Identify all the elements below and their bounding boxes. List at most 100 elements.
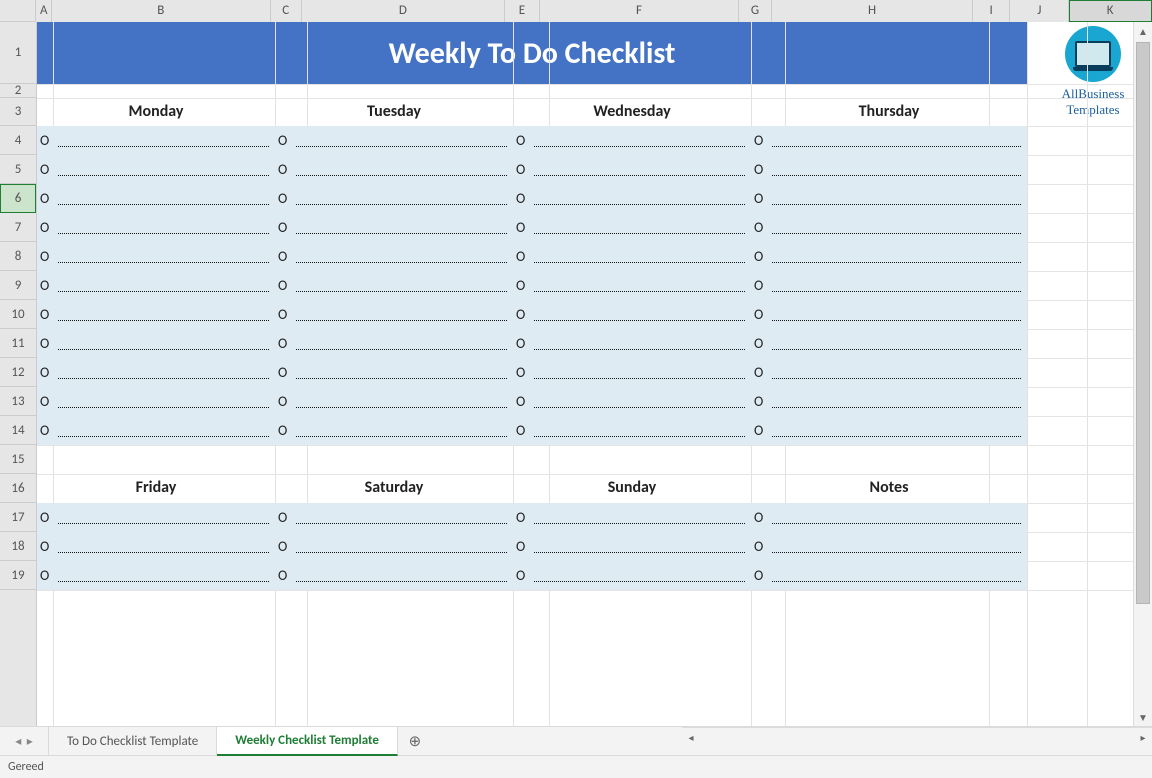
task-cell[interactable]: O — [751, 387, 1027, 416]
row-header-3[interactable]: 3 — [0, 98, 36, 126]
sheet-tab[interactable]: Weekly Checklist Template — [217, 727, 398, 756]
task-cell[interactable]: O — [275, 387, 513, 416]
task-cell[interactable]: O — [275, 358, 513, 387]
task-cell[interactable]: O — [751, 271, 1027, 300]
task-cell[interactable]: O — [37, 561, 275, 590]
task-cell[interactable]: O — [513, 271, 751, 300]
task-cell[interactable]: O — [275, 532, 513, 561]
task-cell[interactable]: O — [751, 358, 1027, 387]
task-cell[interactable]: O — [275, 213, 513, 242]
row-header-8[interactable]: 8 — [0, 242, 36, 271]
row-header-13[interactable]: 13 — [0, 387, 36, 416]
column-header-J[interactable]: J — [1010, 0, 1069, 22]
row-header-9[interactable]: 9 — [0, 271, 36, 300]
task-cell[interactable]: O — [275, 242, 513, 271]
task-cell[interactable]: O — [275, 329, 513, 358]
task-cell[interactable]: O — [37, 329, 275, 358]
row-header-5[interactable]: 5 — [0, 155, 36, 184]
task-cell[interactable]: O — [37, 184, 275, 213]
row-header-2[interactable]: 2 — [0, 84, 36, 98]
new-sheet-button[interactable]: ⊕ — [398, 727, 432, 755]
task-cell[interactable]: O — [513, 358, 751, 387]
task-cell[interactable]: O — [37, 155, 275, 184]
task-cell[interactable]: O — [513, 126, 751, 155]
scroll-left-button[interactable]: ◂ — [682, 728, 700, 746]
row-header-17[interactable]: 17 — [0, 503, 36, 532]
row-header-18[interactable]: 18 — [0, 532, 36, 561]
sheet-canvas[interactable]: Weekly To Do Checklist AllBusiness Templ… — [37, 22, 1152, 726]
task-cell[interactable]: O — [513, 300, 751, 329]
task-cell[interactable]: O — [751, 300, 1027, 329]
task-cell[interactable]: O — [751, 213, 1027, 242]
task-cell[interactable]: O — [751, 155, 1027, 184]
scroll-down-button[interactable]: ▼ — [1134, 708, 1152, 726]
task-cell[interactable]: O — [751, 503, 1027, 532]
task-cell[interactable]: O — [513, 532, 751, 561]
task-cell[interactable]: O — [275, 503, 513, 532]
task-cell[interactable]: O — [751, 126, 1027, 155]
task-cell[interactable]: O — [37, 358, 275, 387]
task-cell[interactable]: O — [275, 416, 513, 445]
task-cell[interactable]: O — [751, 532, 1027, 561]
task-cell[interactable]: O — [513, 213, 751, 242]
task-cell[interactable]: O — [751, 416, 1027, 445]
row-header-4[interactable]: 4 — [0, 126, 36, 155]
task-cell[interactable]: O — [37, 213, 275, 242]
column-header-A[interactable]: A — [36, 0, 52, 22]
horizontal-scrollbar[interactable]: ◂ ▸ — [682, 727, 1152, 746]
task-cell[interactable]: O — [37, 271, 275, 300]
task-cell[interactable]: O — [275, 271, 513, 300]
column-header-K[interactable]: K — [1069, 0, 1152, 22]
row-header-6[interactable]: 6 — [0, 184, 36, 213]
task-cell[interactable]: O — [37, 300, 275, 329]
column-header-H[interactable]: H — [772, 0, 973, 22]
task-cell[interactable]: O — [37, 242, 275, 271]
row-header-7[interactable]: 7 — [0, 213, 36, 242]
task-cell[interactable]: O — [275, 155, 513, 184]
vertical-scroll-thumb[interactable] — [1136, 42, 1150, 604]
row-header-1[interactable]: 1 — [0, 22, 36, 84]
task-marker: O — [516, 248, 530, 265]
column-header-C[interactable]: C — [271, 0, 302, 22]
task-cell[interactable]: O — [37, 416, 275, 445]
column-header-E[interactable]: E — [505, 0, 540, 22]
task-cell[interactable]: O — [513, 242, 751, 271]
row-header-14[interactable]: 14 — [0, 416, 36, 445]
task-cell[interactable]: O — [275, 184, 513, 213]
task-cell[interactable]: O — [751, 329, 1027, 358]
task-cell[interactable]: O — [37, 126, 275, 155]
task-cell[interactable]: O — [513, 329, 751, 358]
task-cell[interactable]: O — [37, 532, 275, 561]
select-all-corner[interactable] — [0, 0, 36, 21]
column-header-D[interactable]: D — [302, 0, 505, 22]
task-cell[interactable]: O — [513, 561, 751, 590]
task-cell[interactable]: O — [751, 242, 1027, 271]
task-cell[interactable]: O — [513, 387, 751, 416]
task-cell[interactable]: O — [275, 561, 513, 590]
row-header-19[interactable]: 19 — [0, 561, 36, 590]
column-header-G[interactable]: G — [739, 0, 772, 22]
column-header-B[interactable]: B — [52, 0, 270, 22]
task-cell[interactable]: O — [513, 155, 751, 184]
column-header-I[interactable]: I — [973, 0, 1010, 22]
row-header-16[interactable]: 16 — [0, 474, 36, 503]
sheet-tab[interactable]: To Do Checklist Template — [49, 727, 217, 755]
task-cell[interactable]: O — [751, 184, 1027, 213]
task-cell[interactable]: O — [275, 126, 513, 155]
row-header-11[interactable]: 11 — [0, 329, 36, 358]
task-cell[interactable]: O — [513, 416, 751, 445]
task-cell[interactable]: O — [513, 503, 751, 532]
task-cell[interactable]: O — [37, 387, 275, 416]
row-header-12[interactable]: 12 — [0, 358, 36, 387]
task-cell[interactable]: O — [275, 300, 513, 329]
task-cell[interactable]: O — [513, 184, 751, 213]
row-header-10[interactable]: 10 — [0, 300, 36, 329]
task-cell[interactable]: O — [751, 561, 1027, 590]
row-header-15[interactable]: 15 — [0, 445, 36, 474]
task-cell[interactable]: O — [37, 503, 275, 532]
vertical-scrollbar[interactable]: ▲ ▼ — [1133, 22, 1152, 726]
scroll-up-button[interactable]: ▲ — [1134, 22, 1152, 40]
tab-nav-buttons[interactable]: ◂ ▸ — [0, 727, 49, 755]
column-header-F[interactable]: F — [540, 0, 739, 22]
scroll-right-button[interactable]: ▸ — [1134, 728, 1152, 746]
